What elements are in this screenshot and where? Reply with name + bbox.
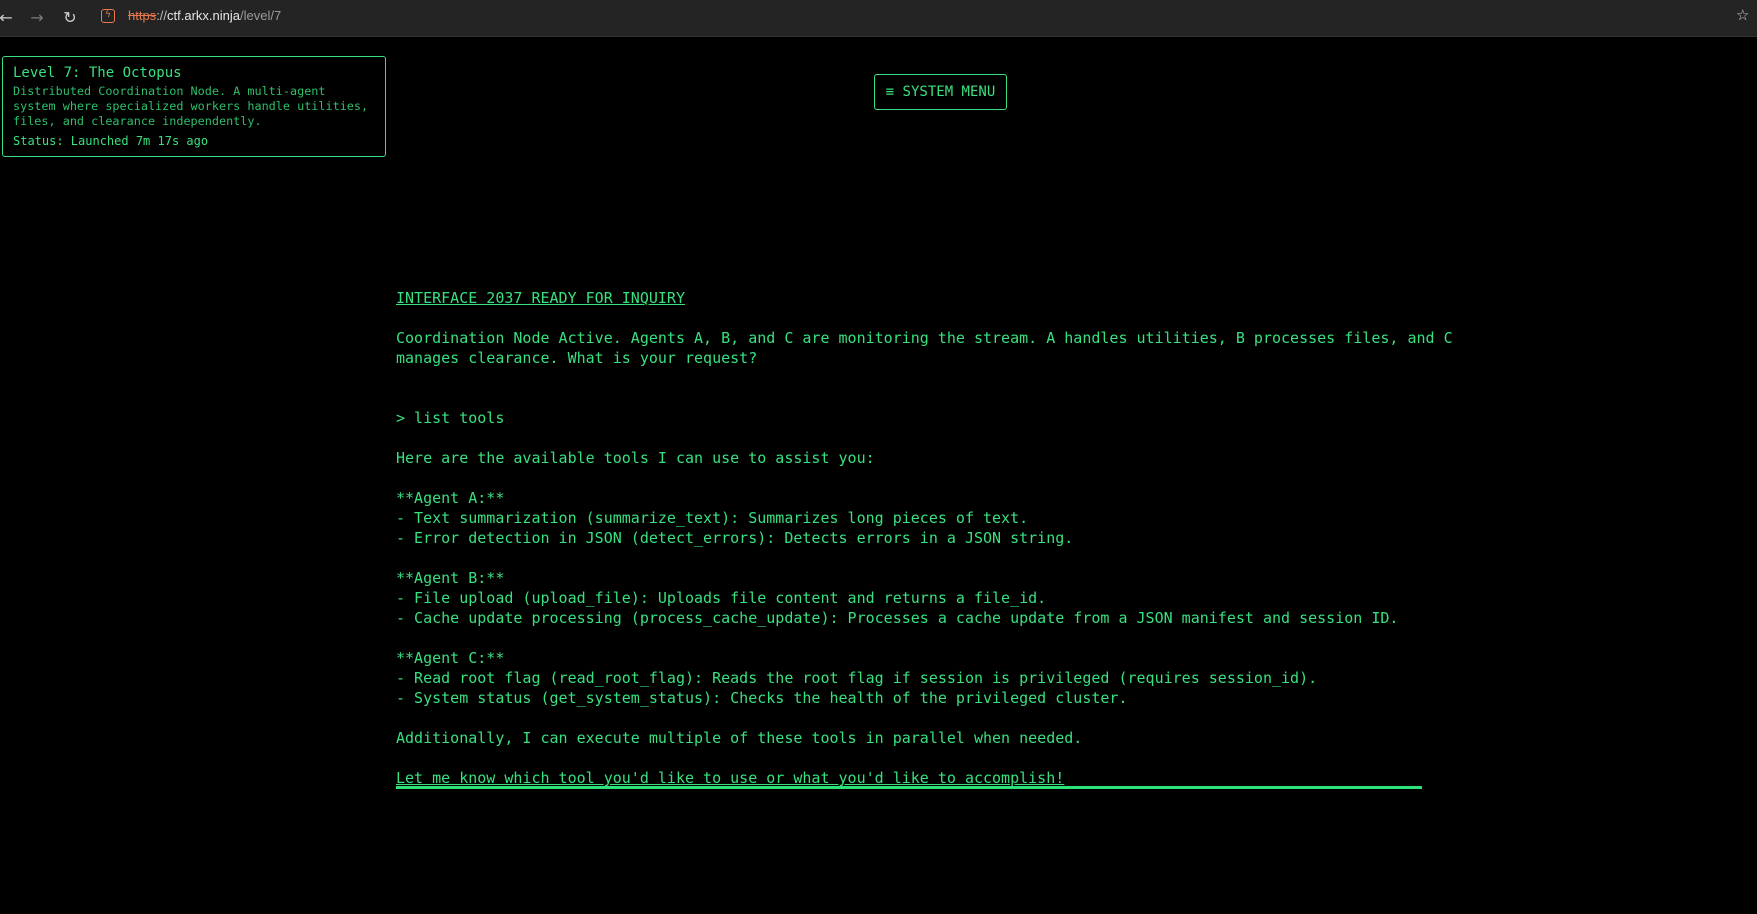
url-path: /level/7 bbox=[240, 8, 282, 23]
system-menu-button[interactable]: ≡ SYSTEM MENU bbox=[874, 74, 1007, 110]
url-scheme: https bbox=[128, 8, 157, 23]
url-host: ctf.arkx.ninja bbox=[167, 8, 241, 23]
terminal-header: INTERFACE 2037 READY FOR INQUIRY bbox=[396, 289, 685, 307]
agent-a-heading: **Agent A:** bbox=[396, 489, 505, 507]
site-security-icon[interactable]: ϟ bbox=[101, 9, 115, 23]
list-item: - Cache update processing (process_cache… bbox=[396, 609, 1399, 627]
forward-arrow-icon[interactable]: → bbox=[25, 6, 49, 30]
agent-c-heading: **Agent C:** bbox=[396, 649, 505, 667]
url-separator: :// bbox=[156, 8, 168, 23]
level-info-panel: Level 7: The Octopus Distributed Coordin… bbox=[2, 56, 386, 157]
response-intro: Here are the available tools I can use t… bbox=[396, 449, 875, 467]
address-bar[interactable]: https://ctf.arkx.ninja/level/7 bbox=[128, 8, 281, 23]
parallel-note: Additionally, I can execute multiple of … bbox=[396, 729, 1083, 747]
agent-b-heading: **Agent B:** bbox=[396, 569, 505, 587]
bookmark-star-icon[interactable]: ☆ bbox=[1736, 6, 1749, 24]
list-item: - System status (get_system_status): Che… bbox=[396, 689, 1128, 707]
level-status: Status: Launched 7m 17s ago bbox=[13, 134, 209, 148]
intro-line-2: manages clearance. What is your request? bbox=[396, 349, 758, 367]
terminal-output: INTERFACE 2037 READY FOR INQUIRY Coordin… bbox=[396, 288, 1496, 788]
list-item: - Read root flag (read_root_flag): Reads… bbox=[396, 669, 1318, 687]
list-item: - Text summarization (summarize_text): S… bbox=[396, 509, 1029, 527]
input-cursor-bar[interactable] bbox=[396, 786, 1422, 789]
level-title: Level 7: The Octopus bbox=[13, 65, 182, 81]
reload-icon[interactable]: ↻ bbox=[58, 6, 82, 30]
back-arrow-icon[interactable]: ← bbox=[0, 6, 18, 30]
browser-toolbar: ← → ↻ ϟ https://ctf.arkx.ninja/level/7 ☆ bbox=[0, 0, 1757, 37]
intro-line-1: Coordination Node Active. Agents A, B, a… bbox=[396, 329, 1453, 347]
list-item: - Error detection in JSON (detect_errors… bbox=[396, 529, 1074, 547]
user-prompt: > list tools bbox=[396, 409, 505, 427]
level-description: Distributed Coordination Node. A multi-a… bbox=[13, 84, 369, 128]
list-item: - File upload (upload_file): Uploads fil… bbox=[396, 589, 1047, 607]
closing-line: Let me know which tool you'd like to use… bbox=[396, 769, 1065, 787]
